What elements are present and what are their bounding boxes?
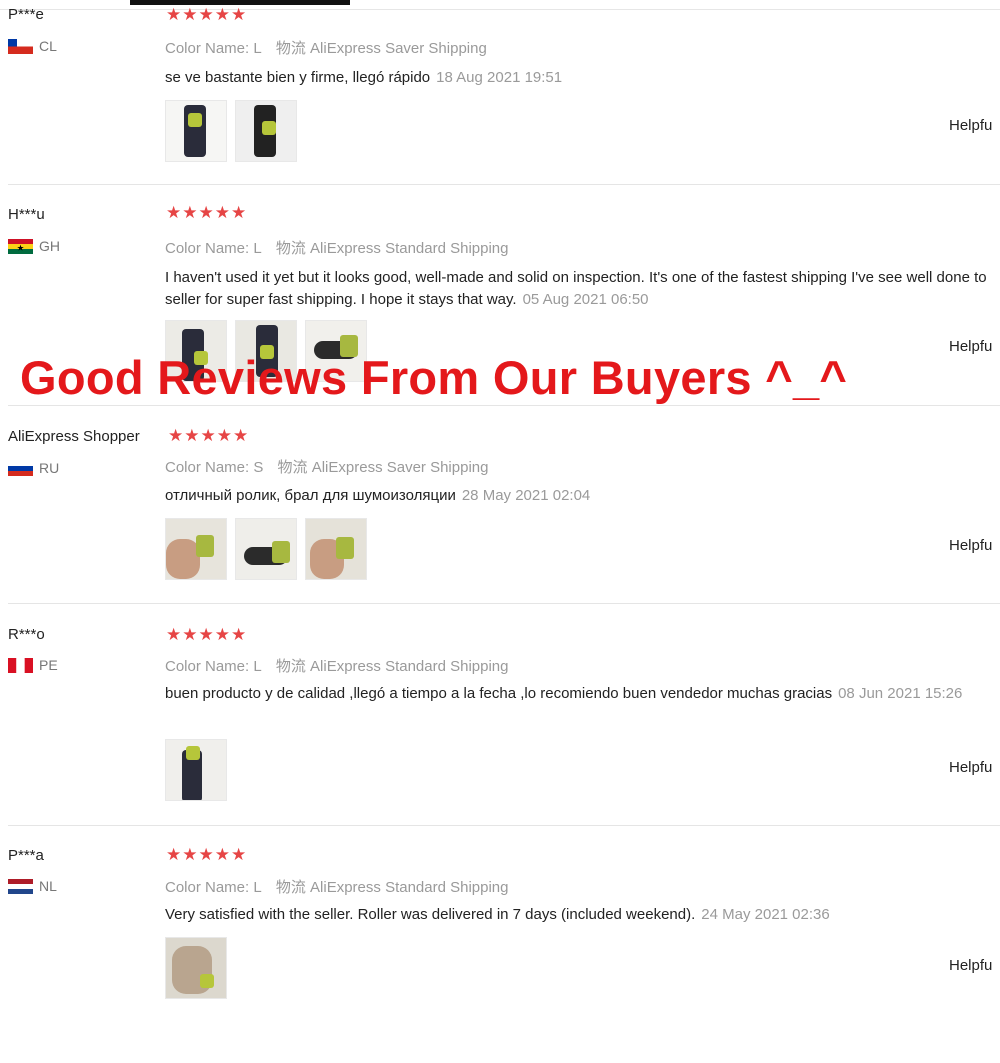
- rating-stars: ★★★★★: [168, 426, 250, 445]
- review-photos: [165, 100, 297, 162]
- review-photos: [165, 937, 227, 999]
- review-comment: Very satisfied with the seller. Roller w…: [165, 904, 1000, 926]
- review-date: 28 May 2021 02:04: [461, 487, 591, 504]
- reviewer-name: P***a: [8, 847, 44, 864]
- rating-stars: ★★★★★: [166, 845, 248, 864]
- country-code: GH: [39, 238, 60, 254]
- review-divider: [8, 603, 1000, 604]
- review-photos: [165, 518, 367, 580]
- review-meta: Color Name: L 物流 AliExpress Standard Shi…: [165, 655, 519, 676]
- comment-text: buen producto y de calidad ,llegó a tiem…: [165, 685, 833, 702]
- reviewer-country: PE: [8, 657, 58, 673]
- review-date: 05 Aug 2021 06:50: [522, 291, 649, 308]
- rating-stars: ★★★★★: [166, 203, 248, 222]
- reviewer-name: R***o: [8, 626, 45, 643]
- review-comment: se ve bastante bien y firme, llegó rápid…: [165, 67, 1000, 89]
- reviewer-name: P***e: [8, 6, 44, 23]
- logistics: 物流 AliExpress Standard Shipping: [275, 879, 509, 896]
- review-meta: Color Name: L 物流 AliExpress Standard Shi…: [165, 876, 519, 897]
- logistics: 物流 AliExpress Standard Shipping: [275, 658, 509, 675]
- logistics: 物流 AliExpress Saver Shipping: [277, 459, 489, 476]
- reviewer-country: CL: [8, 38, 57, 54]
- logistics: 物流 AliExpress Saver Shipping: [275, 40, 487, 57]
- netherlands-flag-icon: [8, 878, 33, 894]
- review-photo[interactable]: [165, 100, 227, 162]
- country-code: PE: [39, 657, 58, 673]
- review-meta: Color Name: L 物流 AliExpress Standard Shi…: [165, 237, 519, 258]
- review-meta: Color Name: L 物流 AliExpress Saver Shippi…: [165, 37, 497, 58]
- review-item: R***o PE ★★★★★ Color Name: L 物流 AliExpre…: [0, 622, 1000, 842]
- rating-stars: ★★★★★: [166, 625, 248, 644]
- review-item: P***e CL ★★★★★ Color Name: L 物流 AliExpre…: [0, 0, 1000, 220]
- comment-text: Very satisfied with the seller. Roller w…: [165, 906, 696, 923]
- review-item: AliExpress Shopper RU ★★★★★ Color Name: …: [0, 422, 1000, 642]
- review-comment: I haven't used it yet but it looks good,…: [165, 267, 1000, 311]
- comment-text: отличный ролик, брал для шумоизоляции: [165, 487, 456, 504]
- helpful-button[interactable]: Helpfu: [949, 759, 992, 776]
- comment-text: se ve bastante bien y firme, llegó rápid…: [165, 69, 431, 86]
- reviewer-name: AliExpress Shopper: [8, 428, 140, 445]
- review-photo[interactable]: [165, 739, 227, 801]
- chile-flag-icon: [8, 38, 33, 54]
- helpful-button[interactable]: Helpfu: [949, 338, 992, 355]
- reviewer-country: GH: [8, 238, 60, 254]
- review-item: P***a NL ★★★★★ Color Name: L 物流 AliExpre…: [0, 843, 1000, 1063]
- reviewer-name: H***u: [8, 206, 45, 223]
- review-photo[interactable]: [165, 518, 227, 580]
- reviewer-country: NL: [8, 878, 57, 894]
- review-photos: [165, 739, 227, 801]
- review-date: 18 Aug 2021 19:51: [436, 69, 563, 86]
- logistics: 物流 AliExpress Standard Shipping: [275, 240, 509, 257]
- peru-flag-icon: [8, 657, 33, 673]
- color-name: Color Name: S: [165, 459, 264, 476]
- review-comment: отличный ролик, брал для шумоизоляции 28 …: [165, 485, 1000, 507]
- country-code: NL: [39, 878, 57, 894]
- color-name: Color Name: L: [165, 879, 262, 896]
- promo-banner-text: Good Reviews From Our Buyers ^_^: [20, 351, 848, 404]
- color-name: Color Name: L: [165, 40, 262, 57]
- helpful-button[interactable]: Helpfu: [949, 117, 992, 134]
- helpful-button[interactable]: Helpfu: [949, 957, 992, 974]
- helpful-button[interactable]: Helpfu: [949, 537, 992, 554]
- review-photo[interactable]: [235, 518, 297, 580]
- country-code: CL: [39, 38, 57, 54]
- russia-flag-icon: [8, 460, 33, 476]
- color-name: Color Name: L: [165, 240, 262, 257]
- review-photo[interactable]: [165, 937, 227, 999]
- rating-stars: ★★★★★: [166, 5, 248, 24]
- review-date: 08 Jun 2021 15:26: [838, 685, 963, 702]
- review-date: 24 May 2021 02:36: [701, 906, 830, 923]
- color-name: Color Name: L: [165, 658, 262, 675]
- review-comment: buen producto y de calidad ,llegó a tiem…: [165, 683, 1000, 705]
- review-photo[interactable]: [305, 518, 367, 580]
- reviewer-country: RU: [8, 460, 59, 476]
- review-meta: Color Name: S 物流 AliExpress Saver Shippi…: [165, 456, 498, 477]
- review-divider: [8, 405, 1000, 406]
- review-photo[interactable]: [235, 100, 297, 162]
- ghana-flag-icon: [8, 238, 33, 254]
- country-code: RU: [39, 460, 60, 476]
- review-divider: [8, 825, 1000, 826]
- review-divider: [8, 184, 1000, 185]
